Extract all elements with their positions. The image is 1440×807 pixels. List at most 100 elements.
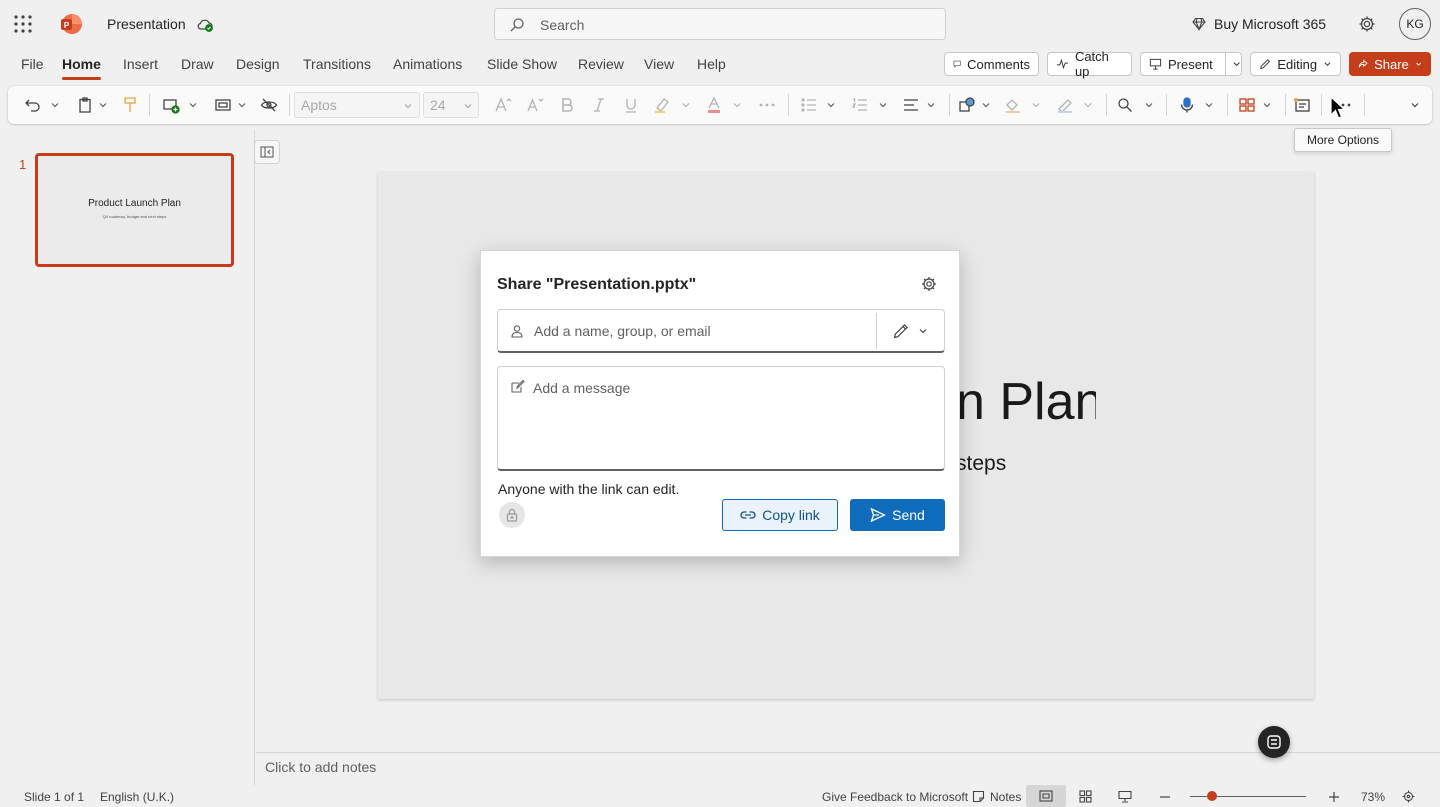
shape-outline-icon[interactable] [1056, 96, 1074, 114]
font-size-select[interactable]: 24 [423, 92, 479, 118]
buy-microsoft-365-link[interactable]: Buy Microsoft 365 [1192, 16, 1326, 32]
chevron-down-icon[interactable] [878, 100, 888, 110]
copy-link-button[interactable]: Copy link [722, 499, 838, 531]
tab-home[interactable]: Home [62, 56, 101, 80]
chevron-down-icon[interactable] [188, 100, 198, 110]
zoom-slider-thumb[interactable] [1207, 791, 1217, 801]
clipboard-icon[interactable] [76, 96, 94, 114]
present-button[interactable]: Present [1140, 52, 1242, 76]
tab-animations[interactable]: Animations [393, 56, 462, 72]
increase-font-size-icon[interactable] [494, 96, 512, 114]
settings-gear-icon[interactable] [1358, 15, 1376, 33]
comments-button[interactable]: Comments [944, 52, 1039, 76]
assistant-fab-button[interactable] [1258, 726, 1290, 758]
people-picker-input[interactable]: Add a name, group, or email [497, 309, 945, 353]
avatar[interactable]: KG [1399, 8, 1431, 40]
link-settings-button[interactable] [499, 502, 525, 528]
font-name-select[interactable]: Aptos [294, 92, 420, 118]
zoom-level[interactable]: 73% [1361, 790, 1385, 804]
chevron-down-icon[interactable] [1144, 100, 1154, 110]
fit-to-window-icon[interactable] [1402, 790, 1415, 803]
zoom-out-icon[interactable] [1159, 791, 1171, 803]
svg-text:P: P [64, 21, 70, 30]
decrease-font-size-icon[interactable] [526, 96, 544, 114]
chevron-down-icon[interactable] [681, 100, 691, 110]
message-placeholder: Add a message [533, 380, 631, 396]
editing-mode-button[interactable]: Editing [1250, 52, 1341, 76]
chevron-down-icon[interactable] [1204, 100, 1214, 110]
tab-help[interactable]: Help [697, 56, 726, 72]
chevron-down-icon[interactable] [1083, 100, 1093, 110]
tab-transitions[interactable]: Transitions [303, 56, 371, 72]
chevron-down-icon[interactable] [926, 100, 936, 110]
reading-view-icon[interactable] [1118, 790, 1132, 803]
slide-sorter-icon[interactable] [1079, 790, 1092, 803]
ribbon-separator [1321, 94, 1322, 116]
copilot-notes-icon[interactable] [1293, 96, 1311, 114]
cloud-saved-icon[interactable] [196, 15, 214, 33]
shape-fill-icon[interactable] [1004, 96, 1022, 114]
more-font-options-icon[interactable] [758, 96, 776, 114]
link-permission-note[interactable]: Anyone with the link can edit. [498, 481, 679, 497]
collapse-pane-button[interactable] [254, 140, 280, 164]
align-icon[interactable] [902, 96, 920, 114]
slide-thumbnail[interactable]: Product Launch Plan Q4 roadmap, budget a… [35, 153, 234, 267]
tab-file[interactable]: File [21, 56, 44, 72]
layout-icon[interactable] [214, 96, 232, 114]
feedback-link[interactable]: Give Feedback to Microsoft [822, 790, 968, 804]
app-launcher-icon[interactable] [14, 15, 32, 33]
chevron-down-icon[interactable] [826, 100, 836, 110]
ribbon-toolbar: Aptos 24 [8, 86, 1432, 124]
new-slide-icon[interactable] [162, 96, 180, 114]
document-title[interactable]: Presentation [107, 16, 186, 32]
chevron-down-icon[interactable] [50, 100, 60, 110]
chevron-down-icon[interactable] [237, 100, 247, 110]
notes-icon[interactable] [972, 790, 985, 803]
undo-icon[interactable] [24, 96, 42, 114]
language-status[interactable]: English (U.K.) [100, 790, 174, 804]
chevron-down-icon[interactable] [918, 326, 928, 336]
catch-up-button[interactable]: Catch up [1047, 49, 1132, 79]
chevron-down-icon[interactable] [1232, 59, 1241, 69]
notes-toggle[interactable]: Notes [990, 790, 1021, 804]
search-box[interactable]: Search [494, 8, 946, 40]
highlight-icon[interactable] [653, 96, 671, 114]
lock-icon [506, 508, 518, 522]
notes-pane[interactable]: Click to add notes [256, 752, 1440, 785]
numbering-icon[interactable] [851, 96, 869, 114]
slide-title[interactable]: n Plan [956, 372, 1096, 432]
bold-icon[interactable] [558, 96, 576, 114]
tab-design[interactable]: Design [236, 56, 280, 72]
panel-collapse-icon [260, 146, 274, 158]
ribbon-separator [1285, 94, 1286, 116]
tab-insert[interactable]: Insert [123, 56, 158, 72]
sharing-settings-gear-icon[interactable] [921, 276, 937, 292]
font-color-icon[interactable] [705, 96, 723, 114]
format-painter-icon[interactable] [121, 96, 139, 114]
normal-view-button[interactable] [1026, 785, 1066, 807]
underline-icon[interactable] [622, 96, 640, 114]
chevron-down-icon[interactable] [1031, 100, 1041, 110]
hide-slide-icon[interactable] [260, 96, 278, 114]
bullets-icon[interactable] [800, 96, 818, 114]
send-button[interactable]: Send [850, 499, 945, 531]
chevron-down-icon[interactable] [732, 100, 742, 110]
slide-subtitle[interactable]: steps [956, 452, 1036, 476]
message-textarea[interactable]: Add a message [497, 366, 945, 471]
edit-permission-pencil-icon[interactable] [892, 322, 910, 340]
tab-review[interactable]: Review [578, 56, 624, 72]
chevron-down-icon[interactable] [981, 100, 991, 110]
find-icon[interactable] [1116, 96, 1134, 114]
tab-view[interactable]: View [644, 56, 674, 72]
italic-icon[interactable] [590, 96, 608, 114]
shapes-icon[interactable] [958, 96, 976, 114]
chevron-down-icon[interactable] [98, 100, 108, 110]
designer-icon[interactable] [1238, 96, 1256, 114]
tab-slide-show[interactable]: Slide Show [487, 56, 557, 72]
dictate-microphone-icon[interactable] [1178, 96, 1196, 114]
tab-draw[interactable]: Draw [181, 56, 214, 72]
ribbon-expand-chevron-icon[interactable] [1410, 100, 1420, 110]
zoom-in-icon[interactable] [1328, 791, 1340, 803]
chevron-down-icon[interactable] [1262, 100, 1272, 110]
share-button[interactable]: Share [1349, 52, 1431, 76]
